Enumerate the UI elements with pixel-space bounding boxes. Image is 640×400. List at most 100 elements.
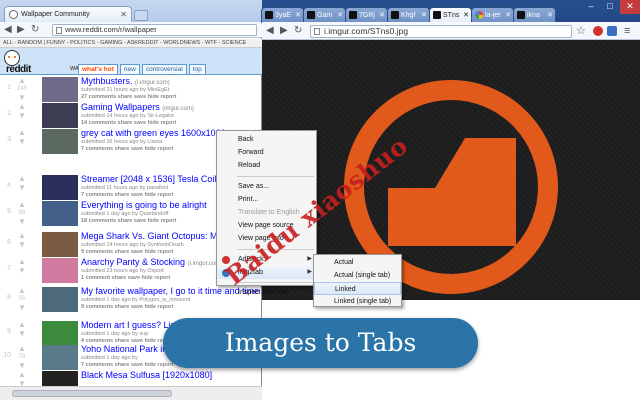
post-title-text[interactable]: Mythbusters. — [81, 76, 133, 86]
context-menu-item[interactable]: Reload — [217, 159, 316, 172]
downvote-arrow-icon[interactable]: ▼ — [12, 137, 32, 146]
downvote-arrow-icon[interactable]: ▼ — [12, 93, 32, 102]
close-tab-icon[interactable]: ✕ — [505, 8, 511, 23]
close-tab-icon[interactable]: ✕ — [379, 8, 385, 23]
forward-icon[interactable]: ▶ — [280, 24, 288, 38]
back-icon[interactable]: ◀ — [266, 24, 274, 38]
post-thumbnail[interactable] — [42, 258, 78, 283]
minimize-icon[interactable]: – — [582, 0, 600, 14]
post-actions[interactable]: 9 comments share save hide report — [81, 304, 173, 311]
context-menu-item[interactable]: Back — [217, 133, 316, 146]
context-menu-item[interactable]: Forward — [217, 146, 316, 159]
close-tab-icon[interactable]: ✕ — [295, 8, 301, 23]
downvote-arrow-icon[interactable]: ▼ — [12, 111, 32, 120]
post-thumbnail[interactable] — [42, 129, 78, 154]
reload-icon[interactable]: ↻ — [31, 23, 39, 37]
browser-tab[interactable]: Gam ✕ — [303, 7, 346, 23]
reddit-logo[interactable]: reddit — [6, 64, 31, 75]
post-thumbnail[interactable] — [42, 345, 78, 370]
close-window-icon[interactable]: ✕ — [620, 0, 640, 14]
upvote-arrow-icon[interactable]: ▲ — [12, 102, 32, 111]
downvote-arrow-icon[interactable]: ▼ — [12, 266, 32, 275]
tab-controversial[interactable]: controversial — [141, 64, 187, 74]
browser-tab[interactable]: la-jet ✕ — [471, 7, 514, 23]
post-domain[interactable]: (imgur.com) — [162, 106, 194, 112]
bookmark-star-icon[interactable]: ☆ — [576, 24, 586, 38]
post-thumbnail[interactable] — [42, 371, 78, 386]
post-title-text[interactable]: grey cat with green eyes 1600x1000 — [81, 128, 226, 138]
downvote-arrow-icon[interactable]: ▼ — [12, 217, 32, 226]
upvote-arrow-icon[interactable]: ▲ — [12, 174, 32, 183]
post-actions[interactable]: 1 comment share save hide report — [81, 275, 170, 282]
post-title-text[interactable]: Mega Shark Vs. Giant Octopus: More — [81, 231, 231, 241]
post-title[interactable]: Black Mesa Sulfusa [1920x1080] — [81, 370, 261, 383]
tab-top[interactable]: top — [188, 64, 206, 74]
post-thumbnail[interactable] — [42, 201, 78, 226]
submenu-item[interactable]: Linked (single tab) — [314, 295, 401, 308]
address-bar[interactable]: i.imgur.com/STns0.jpg — [310, 25, 572, 38]
downvote-arrow-icon[interactable]: ▼ — [12, 240, 32, 249]
maximize-icon[interactable]: □ — [601, 0, 619, 14]
close-tab-icon[interactable]: ✕ — [463, 8, 469, 23]
post-thumbnail[interactable] — [42, 232, 78, 257]
tab-new[interactable]: new — [119, 64, 140, 74]
post-thumbnail[interactable] — [42, 287, 78, 312]
extension-icon[interactable] — [607, 26, 617, 36]
post-actions[interactable]: 18 comments share save hide report — [81, 218, 176, 225]
downvote-arrow-icon[interactable]: ▼ — [12, 361, 32, 370]
forward-icon[interactable]: ▶ — [17, 23, 25, 37]
post-thumbnail[interactable] — [42, 77, 78, 102]
horizontal-scrollbar[interactable] — [0, 386, 262, 400]
post-thumbnail[interactable] — [42, 103, 78, 128]
post-actions[interactable]: 14 comments share save hide report — [81, 120, 176, 127]
post-thumbnail[interactable] — [42, 175, 78, 200]
downvote-arrow-icon[interactable]: ▼ — [12, 183, 32, 192]
post-title-text[interactable]: Streamer [2048 x 1536] Tesla Coil — [81, 174, 216, 184]
tab-hot[interactable]: what's hot — [78, 64, 118, 74]
browser-tab[interactable]: Khgf ✕ — [387, 7, 430, 23]
context-menu-item[interactable]: Save as... — [217, 180, 316, 193]
upvote-arrow-icon[interactable]: ▲ — [12, 200, 32, 209]
wrench-menu-icon[interactable]: ≡ — [624, 24, 630, 38]
submenu-item[interactable]: Linked — [314, 282, 401, 295]
downvote-arrow-icon[interactable]: ▼ — [12, 329, 32, 338]
context-menu-item[interactable]: Inspect element — [217, 286, 316, 299]
post-title-text[interactable]: Black Mesa Sulfusa [1920x1080] — [81, 370, 212, 380]
submenu-item[interactable]: Actual (single tab) — [314, 269, 401, 282]
post-domain[interactable]: (i.imgur.com) — [135, 80, 170, 86]
upvote-arrow-icon[interactable]: ▲ — [12, 257, 32, 266]
downvote-arrow-icon[interactable]: ▼ — [12, 379, 32, 386]
post-thumbnail[interactable] — [42, 321, 78, 346]
upvote-arrow-icon[interactable]: ▲ — [12, 344, 32, 353]
upvote-arrow-icon[interactable]: ▲ — [12, 286, 32, 295]
browser-tab[interactable]: 7GRj ✕ — [345, 7, 388, 23]
post-title-text[interactable]: Everything is going to be alright — [81, 200, 207, 210]
reddit-top-bar[interactable]: ALL - RANDOM | FUNNY - POLITICS - GAMING… — [0, 39, 262, 48]
post-title-text[interactable]: Gaming Wallpapers — [81, 102, 160, 112]
scrollbar-thumb[interactable] — [12, 390, 172, 397]
upvote-arrow-icon[interactable]: ▲ — [12, 231, 32, 240]
back-icon[interactable]: ◀ — [4, 23, 12, 37]
address-bar[interactable]: www.reddit.com/r/wallpaper — [52, 24, 257, 36]
submenu-item[interactable]: Actual — [314, 256, 401, 269]
upvote-arrow-icon[interactable]: ▲ — [12, 76, 32, 85]
post-title-text[interactable]: Anarchy Panty & Stocking — [81, 257, 185, 267]
post-actions[interactable]: 9 comments share save hide report — [81, 249, 173, 256]
browser-tab[interactable]: 3yaE ✕ — [261, 7, 304, 23]
close-tab-icon[interactable]: ✕ — [421, 8, 427, 23]
browser-tab[interactable]: ikna ✕ — [513, 7, 556, 23]
close-tab-icon[interactable]: ✕ — [547, 8, 553, 23]
reload-icon[interactable]: ↻ — [294, 24, 302, 38]
tab-wallpaper-community[interactable]: Wallpaper Community ✕ — [4, 6, 132, 22]
post-actions[interactable]: 7 comments share save hide report — [81, 146, 173, 153]
browser-tab[interactable]: STns ✕ — [429, 7, 472, 23]
post-actions[interactable]: 7 comments share save hide report — [81, 192, 173, 199]
close-tab-icon[interactable]: ✕ — [337, 8, 343, 23]
adblock-icon[interactable] — [593, 26, 603, 36]
upvote-arrow-icon[interactable]: ▲ — [12, 128, 32, 137]
post-actions[interactable]: 27 comments share save hide report — [81, 94, 176, 101]
new-tab-button[interactable] — [134, 10, 148, 21]
close-tab-icon[interactable]: ✕ — [120, 7, 127, 22]
upvote-arrow-icon[interactable]: ▲ — [12, 320, 32, 329]
post-actions[interactable]: 7 comments share save hide report — [81, 362, 173, 369]
